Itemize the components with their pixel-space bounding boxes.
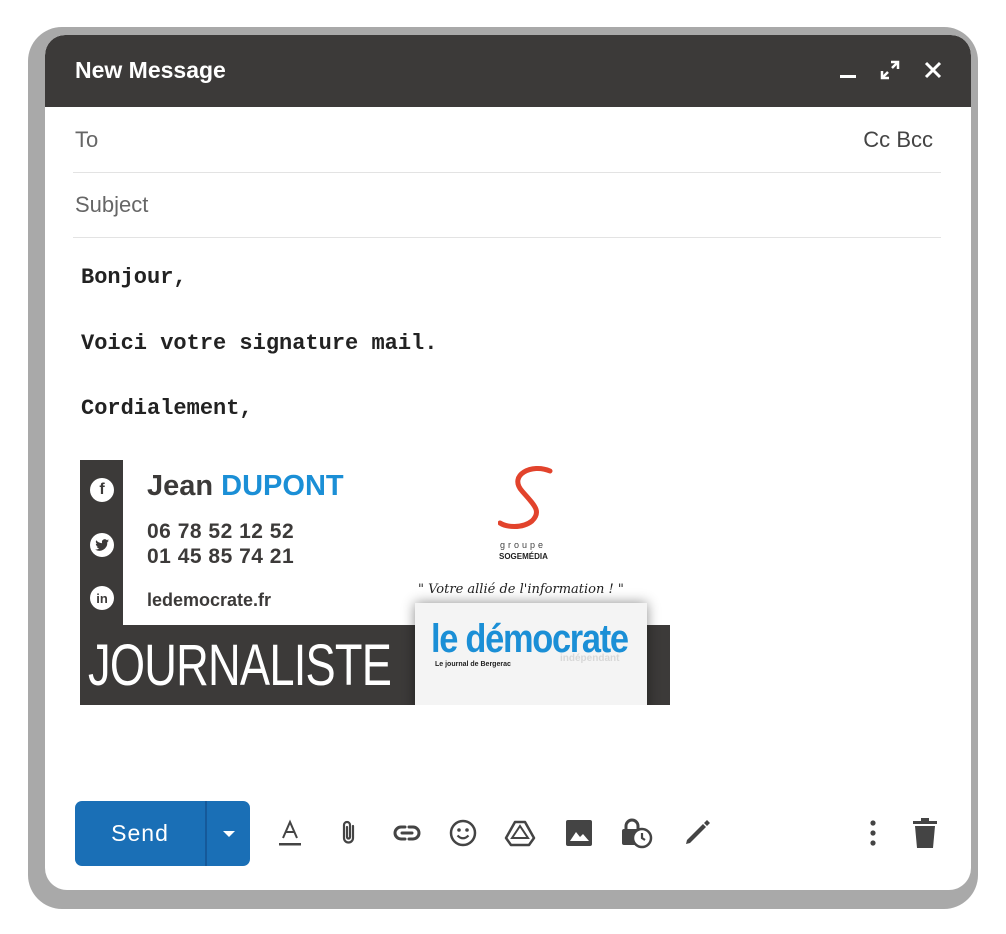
confidential-mode-button[interactable] (618, 815, 654, 851)
more-options-button[interactable] (855, 815, 891, 851)
photo-icon (566, 820, 592, 846)
website-link[interactable]: ledemocrate.fr (147, 590, 271, 611)
confidential-icon (622, 818, 653, 849)
formatting-button[interactable] (272, 815, 308, 851)
message-line: Voici votre signature mail. (81, 331, 438, 356)
minimize-icon (840, 75, 856, 78)
job-title: JOURNALISTE (88, 633, 392, 698)
twitter-icon[interactable] (90, 533, 114, 557)
attach-icon (342, 820, 355, 844)
first-name: Jean (147, 470, 214, 502)
slogan-text: " Votre allié de l'information ! " (418, 582, 624, 597)
linkedin-icon[interactable]: in (90, 586, 114, 610)
emoji-icon (449, 819, 477, 847)
newspaper-card: le démocrate indépendant Le journal de B… (415, 603, 647, 705)
drive-button[interactable] (502, 815, 538, 851)
close-button[interactable] (918, 53, 948, 87)
logo-groupe-text: groupe (500, 540, 547, 550)
expand-icon (880, 60, 900, 80)
format-text-icon (279, 819, 301, 846)
close-icon (924, 61, 942, 79)
message-line: Cordialement, (81, 396, 253, 421)
insert-photo-button[interactable] (561, 815, 597, 851)
insert-link-button[interactable] (389, 815, 425, 851)
compose-window: New Message To Cc Bcc Subject Bonjour, V… (45, 35, 971, 890)
last-name: DUPONT (221, 470, 344, 502)
bcc-link[interactable]: Bcc (896, 127, 933, 152)
signature-name: Jean DUPONT (147, 470, 344, 503)
chevron-down-icon (222, 830, 235, 837)
insert-signature-button[interactable] (679, 815, 715, 851)
link-icon (393, 825, 421, 841)
attach-button[interactable] (331, 815, 367, 851)
to-field[interactable]: To Cc Bcc (73, 107, 941, 173)
logo-company-name: SOGEMÉDIA (499, 552, 548, 561)
phone-mobile: 06 78 52 12 52 (147, 520, 295, 543)
send-options-button[interactable] (207, 801, 250, 866)
discard-icon (913, 818, 937, 848)
to-label: To (75, 127, 99, 152)
phone-office: 01 45 85 74 21 (147, 545, 295, 568)
compose-titlebar[interactable]: New Message (45, 35, 971, 107)
expand-button[interactable] (875, 53, 905, 87)
compose-title: New Message (75, 57, 226, 83)
email-signature: f in Jean DUPONT 06 78 52 12 52 01 45 85… (80, 460, 670, 705)
drive-icon (504, 820, 536, 847)
subject-field[interactable]: Subject (73, 172, 941, 238)
send-button-group: Send (75, 801, 250, 866)
discard-button[interactable] (907, 815, 943, 851)
subject-placeholder: Subject (75, 192, 149, 217)
facebook-icon[interactable]: f (90, 478, 114, 502)
sogemedia-logo-icon (498, 465, 553, 529)
signature-icon (686, 820, 710, 844)
emoji-button[interactable] (445, 815, 481, 851)
more-options-icon (870, 820, 876, 846)
newspaper-subtitle: Le journal de Bergerac (435, 661, 511, 668)
cc-link[interactable]: Cc (863, 127, 890, 152)
send-button[interactable]: Send (75, 801, 205, 866)
message-line: Bonjour, (81, 265, 187, 290)
newspaper-tag: indépendant (560, 653, 620, 664)
minimize-button[interactable] (833, 53, 863, 87)
